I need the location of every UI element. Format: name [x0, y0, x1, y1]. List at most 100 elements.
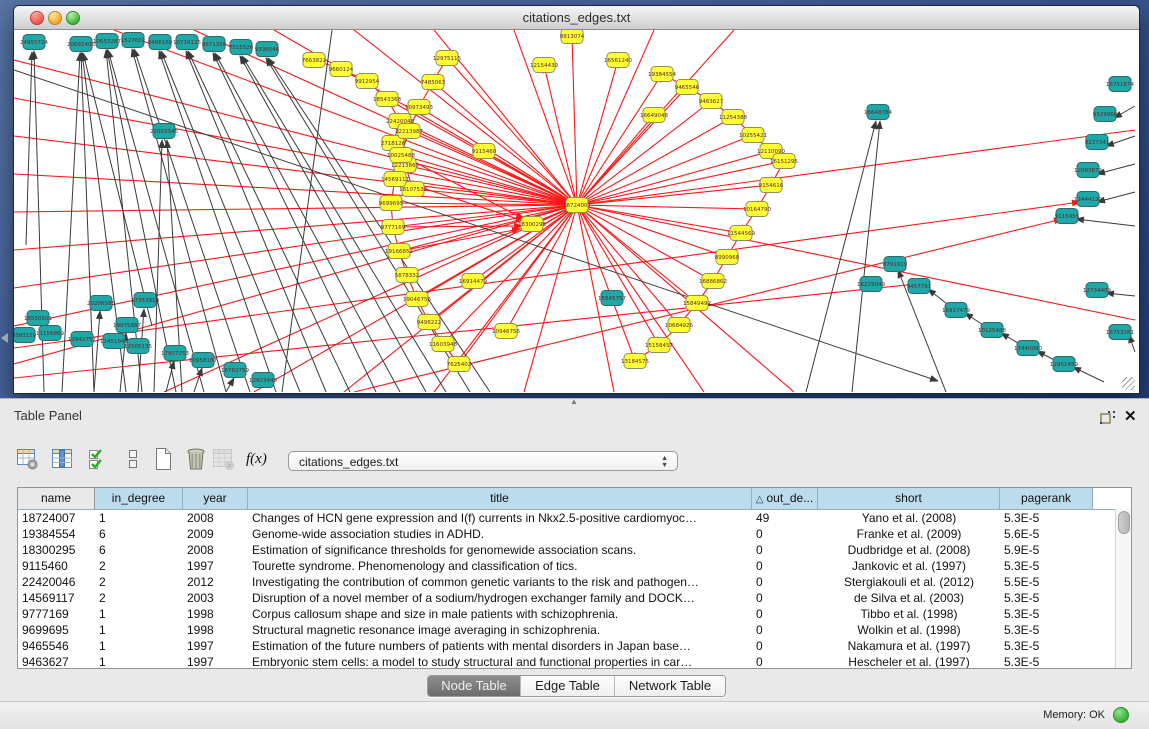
table-cell[interactable]: 2008	[183, 510, 248, 526]
network-node[interactable]: 8671358	[202, 37, 227, 52]
table-cell[interactable]: 1	[95, 622, 183, 638]
table-cell[interactable]: Changes of HCN gene expression and I(f) …	[248, 510, 752, 526]
table-cell[interactable]: 2009	[183, 526, 248, 542]
network-edge[interactable]	[417, 205, 577, 299]
table-cell[interactable]: 1	[95, 510, 183, 526]
table-cell[interactable]: 5.3E-5	[1000, 510, 1093, 526]
table-row[interactable]: 1938455462009Genome-wide association stu…	[18, 526, 1131, 542]
network-edge[interactable]	[577, 130, 1135, 205]
network-node[interactable]: 9115460	[472, 144, 497, 159]
network-node[interactable]: 12444130	[1074, 192, 1102, 207]
table-cell[interactable]: 0	[752, 574, 818, 590]
table-cell[interactable]: Yano et al. (2008)	[818, 510, 1000, 526]
network-node[interactable]: 16229049	[857, 277, 885, 292]
network-edge[interactable]	[161, 51, 300, 392]
table-cell[interactable]: 5.3E-5	[1000, 606, 1093, 622]
table-cell[interactable]: 0	[752, 526, 818, 542]
table-cell[interactable]: 1	[95, 638, 183, 654]
network-node[interactable]: 8791919	[883, 257, 908, 272]
network-edge[interactable]	[1097, 164, 1135, 174]
network-node[interactable]: 9154616	[759, 178, 784, 193]
network-edge[interactable]	[83, 53, 152, 326]
network-node[interactable]: 10973493	[405, 100, 433, 115]
network-node[interactable]: 7625402	[447, 357, 472, 372]
network-node[interactable]: 16649048	[640, 108, 668, 123]
network-node[interactable]: 9393159	[14, 328, 37, 343]
network-node[interactable]: 11544569	[727, 226, 755, 241]
network-node[interactable]: 15753261	[1106, 325, 1134, 340]
network-node[interactable]: 20206586	[87, 296, 115, 311]
network-edge[interactable]	[14, 205, 577, 364]
network-canvas[interactable]: 2495572420691406106532871527602846616010…	[14, 30, 1137, 392]
table-row[interactable]: 1830029562008Estimation of significance …	[18, 542, 1131, 558]
tab-network-table[interactable]: Network Table	[614, 676, 725, 696]
table-row[interactable]: 2242004622012Investigating the contribut…	[18, 574, 1131, 590]
network-edge[interactable]	[159, 51, 276, 392]
table-cell[interactable]: 5.3E-5	[1000, 654, 1093, 669]
table-cell[interactable]: Embryonic stem cells: a model to study s…	[248, 654, 752, 669]
network-edge[interactable]	[94, 311, 100, 392]
network-edge[interactable]	[114, 30, 577, 205]
network-node[interactable]: 9498222	[417, 315, 442, 330]
window-titlebar[interactable]: citations_edges.txt	[14, 6, 1139, 30]
network-edge[interactable]	[1097, 192, 1135, 202]
network-node[interactable]: 12951459	[1050, 357, 1078, 372]
network-node[interactable]: 7515526	[229, 40, 254, 55]
network-edge[interactable]	[14, 205, 577, 288]
table-cell[interactable]: Dudbridge et al. (2008)	[818, 542, 1000, 558]
create-table-button[interactable]	[151, 446, 175, 472]
table-cell[interactable]: 14569117	[18, 590, 95, 606]
network-edge[interactable]	[1073, 367, 1104, 382]
table-cell[interactable]: 6	[95, 542, 183, 558]
table-cell[interactable]: 2	[95, 558, 183, 574]
network-node[interactable]: 19046756	[403, 292, 431, 307]
network-node[interactable]: 15751874	[1106, 77, 1134, 92]
table-cell[interactable]: Jankovic et al. (1997)	[818, 558, 1000, 574]
network-node[interactable]: 9463627	[699, 94, 724, 109]
network-node[interactable]: 9660124	[329, 62, 354, 77]
network-edge[interactable]	[572, 36, 577, 205]
network-node[interactable]: 9457791	[907, 279, 932, 294]
table-scrollbar[interactable]	[1115, 509, 1131, 668]
network-node[interactable]: 16648784	[864, 105, 892, 120]
table-cell[interactable]: 1	[95, 606, 183, 622]
table-cell[interactable]: Tourette syndrome. Phenomenology and cla…	[248, 558, 752, 574]
table-cell[interactable]: Estimation of significance thresholds fo…	[248, 542, 752, 558]
network-node[interactable]: 12213987	[395, 124, 423, 139]
table-cell[interactable]: Stergiakouli et al. (2012)	[818, 574, 1000, 590]
column-header-title[interactable]: title	[248, 488, 752, 509]
network-node[interactable]: 8813074	[560, 30, 585, 44]
table-cell[interactable]: de Silva et al. (2003)	[818, 590, 1000, 606]
column-header-year[interactable]: year	[183, 488, 248, 509]
panel-divider-grip-icon[interactable]: ▲	[570, 398, 578, 406]
table-cell[interactable]: 6	[95, 526, 183, 542]
network-node[interactable]: 8990968	[715, 250, 740, 265]
table-cell[interactable]: 5.9E-5	[1000, 542, 1093, 558]
network-node[interactable]: 16917479	[942, 303, 970, 318]
table-cell[interactable]: 0	[752, 638, 818, 654]
function-builder-button[interactable]: f(x)	[246, 446, 270, 472]
table-cell[interactable]: 2	[95, 574, 183, 590]
network-node[interactable]: 18724007	[563, 198, 591, 213]
tab-node-table[interactable]: Node Table	[428, 676, 520, 696]
column-header-in_degree[interactable]: in_degree	[95, 488, 183, 509]
network-edge[interactable]	[577, 161, 784, 205]
network-node[interactable]: 24955724	[20, 35, 48, 50]
table-row[interactable]: 969969511998Structural magnetic resonanc…	[18, 622, 1131, 638]
network-node[interactable]: 10946756	[492, 324, 520, 339]
panel-collapse-arrow-icon[interactable]	[1, 333, 8, 343]
table-row[interactable]: 946554611997Estimation of the future num…	[18, 638, 1131, 654]
network-selector[interactable]: citations_edges.txt ▲▼	[288, 451, 678, 471]
table-cell[interactable]: Genome-wide association studies in ADHD.	[248, 526, 752, 542]
network-node[interactable]: 17957253	[161, 346, 189, 361]
table-cell[interactable]: Disruption of a novel member of a sodium…	[248, 590, 752, 606]
network-node[interactable]: 7663822	[302, 53, 327, 68]
table-cell[interactable]: 0	[752, 654, 818, 669]
table-cell[interactable]: Franke et al. (2009)	[818, 526, 1000, 542]
table-row[interactable]: 911546021997Tourette syndrome. Phenomeno…	[18, 558, 1131, 574]
memory-ok-indicator[interactable]	[1113, 707, 1129, 723]
network-node[interactable]: 12093872	[1074, 163, 1102, 178]
table-cell[interactable]: Wolkin et al. (1998)	[818, 622, 1000, 638]
network-node[interactable]: 9465546	[675, 80, 700, 95]
network-node[interactable]: 10025488	[387, 148, 415, 163]
